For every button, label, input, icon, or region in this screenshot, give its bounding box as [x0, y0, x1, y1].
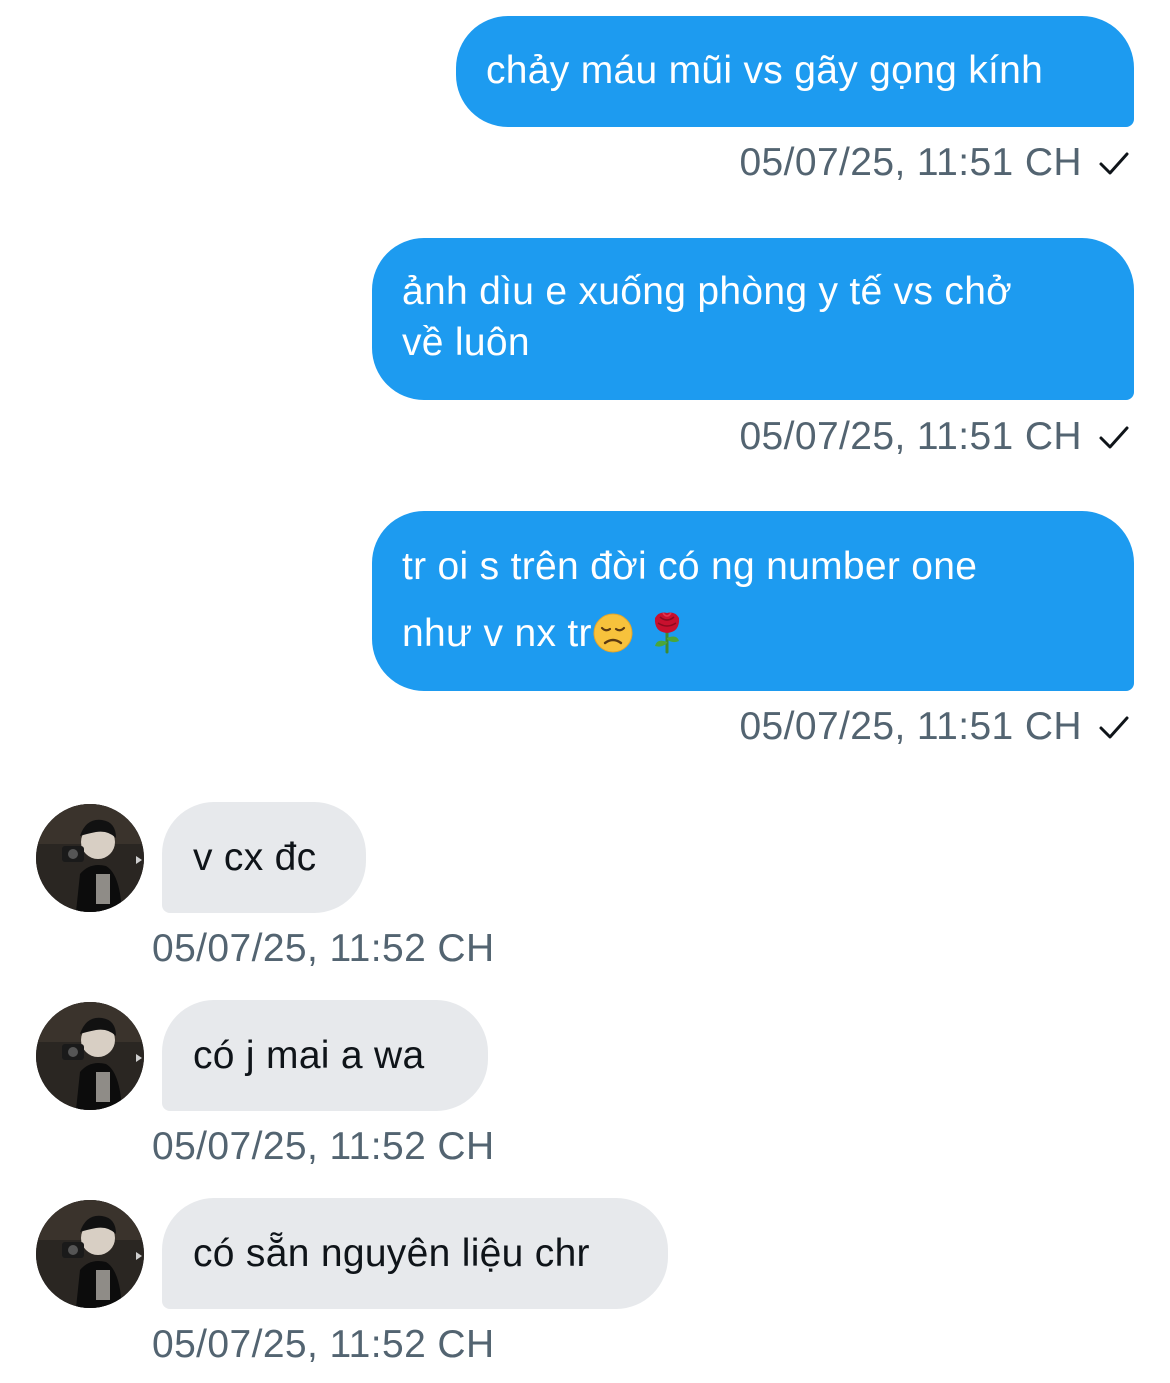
message-timestamp: 05/07/25, 11:51 CH [739, 415, 1082, 458]
user-avatar-icon [36, 1002, 144, 1110]
message-timestamp: 05/07/25, 11:52 CH [152, 927, 495, 970]
message-bubble-incoming[interactable]: có sẵn nguyên liệu chr [162, 1198, 668, 1309]
message-bubble-outgoing[interactable]: chảy máu mũi vs gãy gọng kính [456, 16, 1134, 127]
checkmark-icon [1099, 716, 1129, 739]
user-avatar-icon [36, 804, 144, 912]
message-timestamp: 05/07/25, 11:51 CH [739, 705, 1082, 748]
message-text: v cx đc [193, 836, 317, 879]
sender-avatar[interactable] [36, 1002, 144, 1110]
checkmark-icon [1099, 426, 1129, 449]
message-bubble-outgoing[interactable]: tr oi s trên đời có ng number one như v … [372, 511, 1134, 691]
message-timestamp: 05/07/25, 11:51 CH [739, 141, 1082, 184]
checkmark-icon [1099, 152, 1129, 175]
message-text-line-with-emoji: như v nx tr [402, 604, 1104, 664]
message-text: có sẵn nguyên liệu chr [193, 1232, 590, 1275]
disappointed-face-emoji [593, 613, 633, 653]
message-text-line: tr oi s trên đời có ng number one [402, 545, 978, 588]
sender-avatar[interactable] [36, 804, 144, 912]
message-text-line: ảnh dìu e xuống phòng y tế vs chở [402, 270, 1013, 313]
message-bubble-incoming[interactable]: v cx đc [162, 802, 366, 913]
message-bubble-incoming[interactable]: có j mai a wa [162, 1000, 488, 1111]
message-meta: 05/07/25, 11:51 CH [739, 141, 1132, 185]
message-text: có j mai a wa [193, 1034, 425, 1077]
message-meta: 05/07/25, 11:51 CH [739, 415, 1132, 459]
sender-avatar[interactable] [36, 1200, 144, 1308]
rose-emoji [654, 612, 679, 654]
message-text: chảy máu mũi vs gãy gọng kính [486, 49, 1044, 92]
message-timestamp: 05/07/25, 11:52 CH [152, 1125, 495, 1168]
message-text-line: về luôn [402, 321, 530, 364]
message-meta: 05/07/25, 11:51 CH [739, 705, 1132, 749]
message-timestamp: 05/07/25, 11:52 CH [152, 1323, 495, 1366]
user-avatar-icon [36, 1200, 144, 1308]
message-bubble-outgoing[interactable]: ảnh dìu e xuống phòng y tế vs chở về luô… [372, 238, 1134, 400]
message-text: như v nx tr [402, 612, 592, 655]
